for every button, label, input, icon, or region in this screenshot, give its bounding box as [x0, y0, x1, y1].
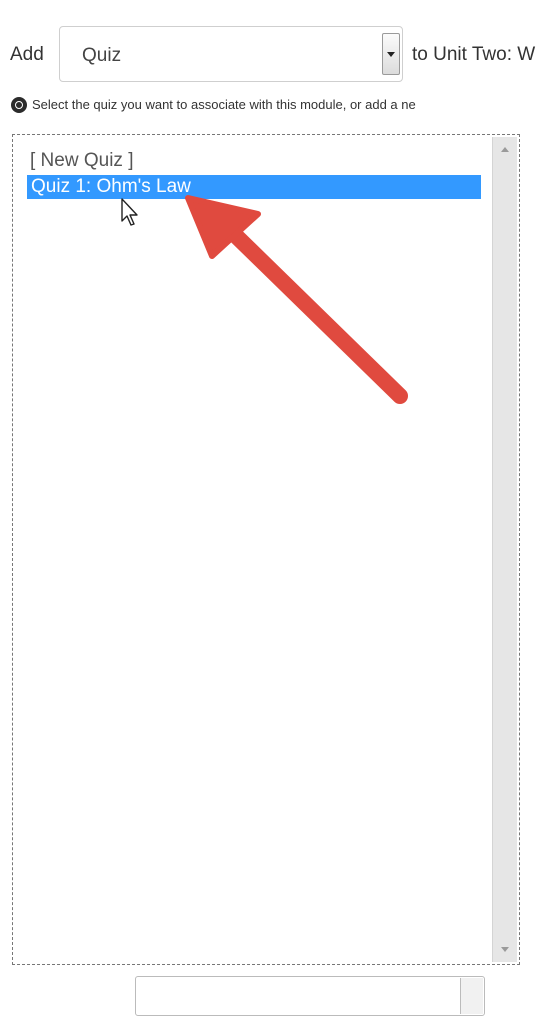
content-type-select[interactable]: Quiz: [59, 26, 403, 82]
radio-dot-icon: [11, 97, 27, 113]
content-type-value: Quiz: [82, 45, 122, 66]
select-dropdown-button[interactable]: [382, 33, 400, 75]
listbox-scrollbar[interactable]: [492, 137, 517, 962]
bottom-select[interactable]: [135, 976, 485, 1016]
instruction-text: Select the quiz you want to associate wi…: [32, 97, 416, 112]
mouse-pointer-icon: [121, 198, 138, 226]
chevron-down-icon: [387, 52, 395, 57]
quiz-listbox[interactable]: [ New Quiz ] Quiz 1: Ohm's Law: [12, 134, 520, 965]
destination-label: to Unit Two: W: [412, 44, 536, 65]
add-label: Add: [10, 44, 44, 65]
scroll-up-icon[interactable]: [501, 147, 509, 152]
list-item-new-quiz[interactable]: [ New Quiz ]: [30, 149, 133, 173]
list-item-quiz-1[interactable]: Quiz 1: Ohm's Law: [27, 175, 481, 199]
bottom-select-button[interactable]: [460, 978, 483, 1014]
scroll-down-icon[interactable]: [501, 947, 509, 952]
